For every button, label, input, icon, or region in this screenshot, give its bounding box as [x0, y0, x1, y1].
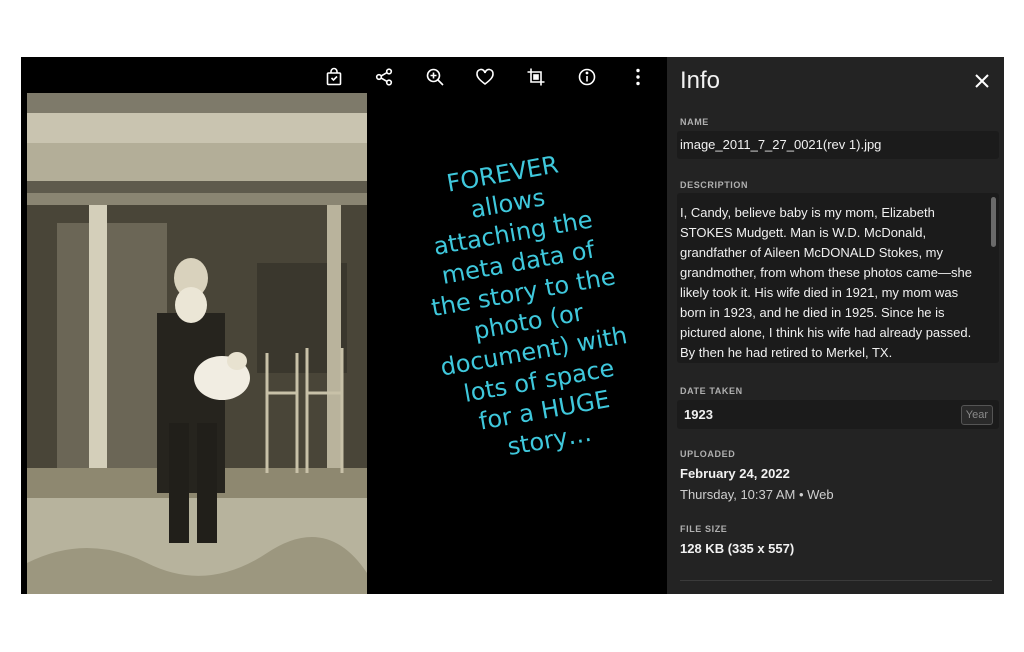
date-label: DATE TAKEN: [680, 386, 743, 396]
panel-divider: [680, 580, 992, 581]
name-label: NAME: [680, 117, 709, 127]
name-field[interactable]: image_2011_7_27_0021(rev 1).jpg: [677, 131, 999, 159]
crop-icon[interactable]: [524, 65, 548, 89]
info-panel: Info NAME image_2011_7_27_0021(rev 1).jp…: [667, 57, 1004, 594]
viewer-toolbar: [21, 57, 667, 97]
uploaded-label: UPLOADED: [680, 449, 736, 459]
filesize-label: FILE SIZE: [680, 524, 728, 534]
name-value: image_2011_7_27_0021(rev 1).jpg: [680, 137, 882, 152]
description-field[interactable]: I, Candy, believe baby is my mom, Elizab…: [677, 193, 999, 363]
uploaded-date: February 24, 2022: [680, 466, 790, 481]
description-text: I, Candy, believe baby is my mom, Elizab…: [680, 205, 972, 360]
vintage-photo: [27, 93, 367, 594]
description-scrollbar[interactable]: [991, 197, 996, 247]
date-taken-field[interactable]: 1923 Year: [677, 400, 999, 429]
filesize-value: 128 KB (335 x 557): [680, 541, 795, 556]
uploaded-detail: Thursday, 10:37 AM • Web: [680, 487, 834, 502]
year-unit-chip[interactable]: Year: [960, 405, 993, 425]
description-label: DESCRIPTION: [680, 180, 749, 190]
heart-icon[interactable]: [473, 65, 497, 89]
bag-icon[interactable]: [322, 65, 346, 89]
panel-title: Info: [680, 67, 721, 94]
share-icon[interactable]: [372, 65, 396, 89]
photo-viewer: FOREVER allows attaching the meta data o…: [21, 57, 667, 594]
date-value: 1923: [684, 407, 713, 422]
info-icon[interactable]: [575, 65, 599, 89]
zoom-in-icon[interactable]: [423, 65, 447, 89]
story-annotation: FOREVER allows attaching the meta data o…: [377, 138, 667, 477]
close-icon[interactable]: [972, 71, 992, 91]
more-icon[interactable]: [626, 65, 650, 89]
